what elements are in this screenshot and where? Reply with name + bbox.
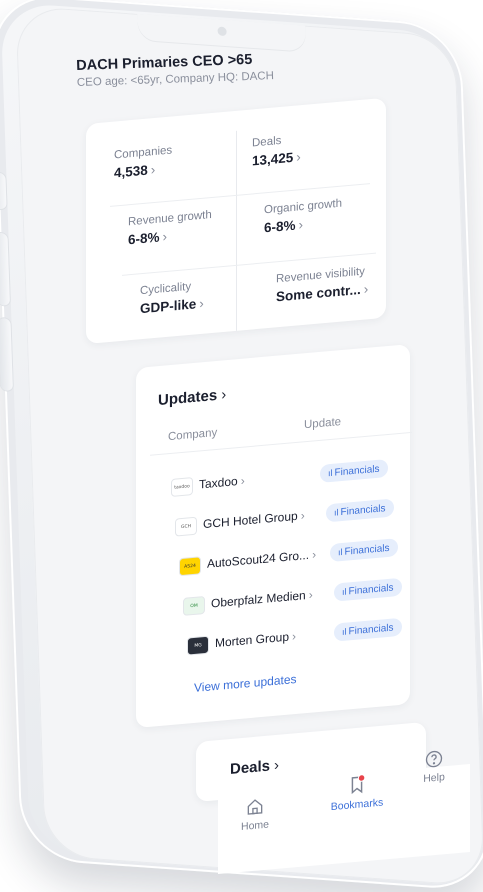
chevron-right-icon: › — [296, 149, 301, 165]
bar-chart-icon: ıl — [338, 546, 343, 558]
chevron-right-icon: › — [312, 547, 317, 562]
bar-chart-icon: ıl — [328, 467, 333, 479]
update-badge[interactable]: ıl Financials — [330, 538, 398, 563]
chevron-right-icon: › — [300, 508, 305, 523]
chevron-right-icon: › — [363, 281, 369, 297]
bar-chart-icon: ıl — [342, 626, 347, 637]
company-name: Taxdoo — [199, 474, 238, 492]
volume-up-button — [0, 232, 10, 306]
camera-dot — [217, 26, 227, 37]
bar-chart-icon: ıl — [342, 586, 347, 597]
stat-value: GDP-like — [140, 296, 197, 317]
company-logo: OM — [184, 597, 204, 615]
tab-help[interactable]: Help — [414, 747, 454, 785]
company-name: Morten Group — [215, 629, 290, 651]
update-label: Financials — [348, 622, 394, 638]
chevron-right-icon: › — [221, 386, 227, 404]
updates-header[interactable]: Updates › — [158, 386, 226, 409]
chevron-right-icon: › — [308, 587, 313, 602]
company-name: GCH Hotel Group — [203, 508, 298, 532]
stat-cyclicality[interactable]: Cyclicality GDP-like › — [140, 273, 280, 316]
company-logo: MG — [188, 636, 208, 655]
company-logo: AS24 — [180, 557, 200, 576]
silent-switch — [0, 172, 7, 210]
company-logo: GCH — [176, 517, 196, 536]
deals-header[interactable]: Deals › — [230, 757, 279, 778]
tab-home[interactable]: Home — [232, 795, 278, 834]
stats-divider — [236, 130, 237, 331]
company-name: Oberpfalz Medien — [211, 588, 306, 611]
chevron-right-icon: › — [298, 217, 304, 233]
deals-title: Deals — [230, 757, 271, 779]
help-icon — [425, 750, 443, 768]
updates-card: Updates › Company Update taxdoo Taxdoo › ı… — [136, 344, 412, 728]
stat-value: 6-8% — [128, 229, 160, 248]
column-header-update: Update — [304, 416, 342, 432]
update-label: Financials — [344, 542, 390, 558]
update-label: Financials — [348, 582, 394, 598]
update-badge[interactable]: ıl Financials — [320, 458, 388, 483]
updates-title: Updates — [158, 386, 218, 410]
tab-label: Home — [240, 818, 269, 833]
tab-label: Help — [423, 771, 445, 786]
update-label: Financials — [334, 463, 380, 479]
column-header-company: Company — [168, 426, 218, 444]
tab-bookmarks[interactable]: Bookmarks — [322, 771, 392, 814]
stat-organic-growth[interactable]: Organic growth 6-8% › — [264, 192, 404, 236]
company-name: AutoScout24 Gro... — [207, 547, 310, 571]
chevron-right-icon: › — [199, 295, 204, 312]
stat-value: 6-8% — [264, 217, 296, 236]
stat-companies[interactable]: Companies 4,538 › — [114, 137, 254, 180]
stats-card: Companies 4,538 › Deals 13,425 › Revenue g… — [86, 97, 386, 344]
chevron-right-icon: › — [292, 628, 297, 644]
chevron-right-icon: › — [150, 161, 156, 178]
tab-label: Bookmarks — [330, 796, 384, 814]
volume-down-button — [0, 317, 13, 391]
update-badge[interactable]: ıl Financials — [334, 577, 402, 602]
stat-value: Some contr... — [276, 281, 361, 305]
stat-value: 4,538 — [114, 162, 148, 181]
stat-deals[interactable]: Deals 13,425 › — [252, 125, 392, 169]
home-icon — [247, 799, 263, 815]
update-label: Financials — [340, 503, 386, 519]
view-more-updates-link[interactable]: View more updates — [194, 672, 297, 695]
update-badge[interactable]: ıl Financials — [334, 617, 402, 642]
chevron-right-icon: › — [240, 473, 245, 488]
company-logo: taxdoo — [172, 478, 192, 496]
stat-value: 13,425 — [252, 149, 294, 169]
bookmark-icon — [351, 774, 366, 795]
chevron-right-icon: › — [274, 756, 280, 775]
bar-chart-icon: ıl — [334, 507, 339, 518]
update-badge[interactable]: ıl Financials — [326, 498, 394, 523]
chevron-right-icon: › — [162, 228, 168, 245]
stat-revenue-growth[interactable]: Revenue growth 6-8% › — [128, 204, 268, 247]
